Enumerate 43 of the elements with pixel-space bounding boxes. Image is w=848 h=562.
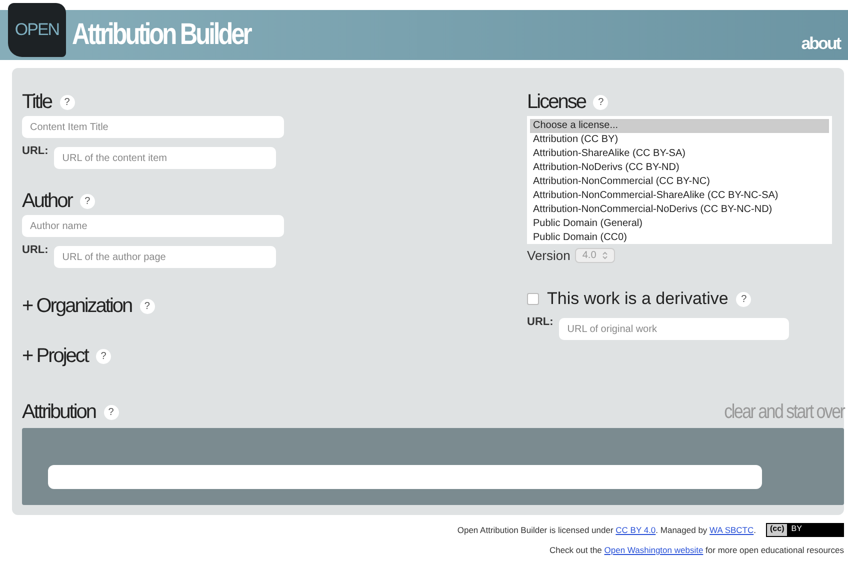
help-icon[interactable]: ? xyxy=(140,298,155,314)
expander-toggle[interactable]: + Organization xyxy=(22,294,132,318)
url-field[interactable]: URL of original work xyxy=(559,318,790,340)
license-listbox[interactable] xyxy=(527,116,832,244)
section-label: License xyxy=(527,90,586,114)
version-label: Version xyxy=(527,248,570,263)
section-label: Author xyxy=(22,190,72,212)
sbctc-link[interactable]: WA SBCTC xyxy=(710,525,754,535)
help-icon[interactable]: ? xyxy=(736,292,752,306)
license-option[interactable]: Attribution-NonCommercial-ShareAlike (CC BY-NC-SA) xyxy=(530,189,829,203)
url-field[interactable]: URL of the content item xyxy=(54,147,276,169)
open-washington-link[interactable]: Open Washington website xyxy=(604,545,704,555)
license-option[interactable]: Attribution-NonCommercial-NoDerivs (CC BY-NC-ND) xyxy=(530,203,829,217)
expander-toggle[interactable]: + Project xyxy=(22,344,88,368)
section-label: Attribution xyxy=(22,400,96,424)
app-title: Attribution Builder xyxy=(72,18,250,52)
resources-notice: Check out the Open Washington website for more open educational resources xyxy=(549,545,844,555)
url-label: URL: xyxy=(527,316,554,328)
help-icon[interactable]: ? xyxy=(96,348,111,364)
help-icon[interactable]: ? xyxy=(60,94,75,110)
derivative-checkbox[interactable] xyxy=(527,293,539,305)
cc-by-badge[interactable]: (cc) BY xyxy=(766,523,844,537)
help-icon[interactable]: ? xyxy=(80,194,95,208)
url-label: URL: xyxy=(22,244,48,256)
license-option[interactable]: Attribution-NoDerivs (CC BY-ND) xyxy=(530,161,829,175)
url-field[interactable]: URL of the author page xyxy=(54,246,276,268)
license-option[interactable]: Attribution (CC BY) xyxy=(530,133,829,147)
section-label: Title xyxy=(22,90,52,114)
help-icon[interactable]: ? xyxy=(104,404,119,420)
license-notice: Open Attribution Builder is licensed under CC BY 4.0. Managed by WA SBCTC. xyxy=(457,525,756,535)
help-icon[interactable]: ? xyxy=(593,94,608,110)
license-option[interactable]: Attribution-NonCommercial (CC BY-NC) xyxy=(530,175,829,189)
license-option[interactable]: Choose a license... xyxy=(530,119,829,133)
author-field[interactable]: Author name xyxy=(22,215,284,237)
license-option[interactable]: Public Domain (CC0) xyxy=(530,231,829,245)
logo-badge: OPEN xyxy=(8,3,66,57)
license-option[interactable]: Public Domain (General) xyxy=(530,217,829,231)
stepper-icon xyxy=(602,251,608,260)
url-label: URL: xyxy=(22,145,48,157)
title-field[interactable]: Content Item Title xyxy=(22,116,284,138)
license-option[interactable]: Attribution-ShareAlike (CC BY-SA) xyxy=(530,147,829,161)
license-link[interactable]: CC BY 4.0 xyxy=(616,525,656,535)
derivative-label: This work is a derivative xyxy=(547,289,728,309)
